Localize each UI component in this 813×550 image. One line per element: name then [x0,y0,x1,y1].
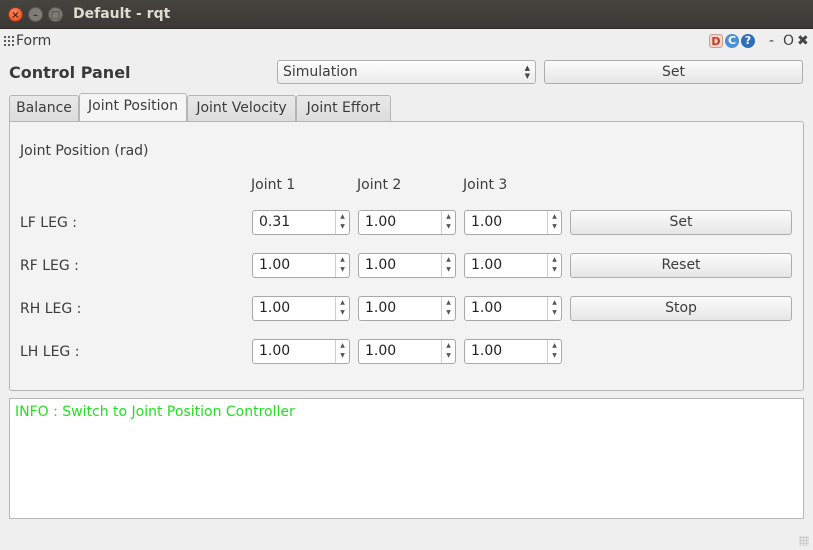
updown-arrows-icon: ▲ ▼ [524,64,530,80]
spin-arrows-icon[interactable]: ▲ ▼ [441,297,455,320]
row-label-lh-leg: LH LEG : [20,344,80,360]
tab-balance[interactable]: Balance [9,95,79,121]
close-plugin-button[interactable]: ✖ [797,33,809,49]
joint-position-heading: Joint Position (rad) [20,143,149,159]
spin-arrows-icon[interactable]: ▲ ▼ [547,254,561,277]
log-line: INFO : Switch to Joint Position Controll… [15,404,295,420]
resize-grip-icon[interactable] [799,536,809,546]
rh-joint2-spinbox[interactable]: 1.00 ▲ ▼ [358,296,456,321]
float-plugin-button[interactable]: O [783,33,794,49]
plugin-title: Form [16,33,52,49]
minimize-plugin-button[interactable]: - [769,33,774,49]
joint-set-button[interactable]: Set [570,210,792,235]
column-header-joint-1: Joint 1 [251,177,296,193]
lh-joint2-spinbox[interactable]: 1.00 ▲ ▼ [358,339,456,364]
window-minimize-button[interactable]: – [28,7,43,22]
row-label-rh-leg: RH LEG : [20,301,82,317]
mode-select-value: Simulation [283,64,358,80]
spin-arrows-icon[interactable]: ▲ ▼ [335,211,349,234]
lh-joint3-spinbox[interactable]: 1.00 ▲ ▼ [464,339,562,364]
log-output[interactable]: INFO : Switch to Joint Position Controll… [9,398,804,519]
lf-joint1-spinbox[interactable]: 0.31 ▲ ▼ [252,210,350,235]
rh-joint3-spinbox[interactable]: 1.00 ▲ ▼ [464,296,562,321]
spin-arrows-icon[interactable]: ▲ ▼ [441,254,455,277]
rf-joint2-spinbox[interactable]: 1.00 ▲ ▼ [358,253,456,278]
joint-stop-button[interactable]: Stop [570,296,792,321]
lf-joint3-spinbox[interactable]: 1.00 ▲ ▼ [464,210,562,235]
mode-select[interactable]: Simulation ▲ ▼ [277,60,536,84]
tab-joint-effort[interactable]: Joint Effort [296,95,391,121]
rf-joint3-spinbox[interactable]: 1.00 ▲ ▼ [464,253,562,278]
lh-joint1-spinbox[interactable]: 1.00 ▲ ▼ [252,339,350,364]
window-close-button[interactable]: × [8,7,23,22]
rh-joint1-spinbox[interactable]: 1.00 ▲ ▼ [252,296,350,321]
row-label-rf-leg: RF LEG : [20,258,79,274]
spin-arrows-icon[interactable]: ▲ ▼ [335,254,349,277]
tab-joint-velocity[interactable]: Joint Velocity [187,95,296,121]
spin-arrows-icon[interactable]: ▲ ▼ [547,297,561,320]
row-label-lf-leg: LF LEG : [20,215,77,231]
dock-d-icon[interactable]: D [709,34,723,48]
spin-arrows-icon[interactable]: ▲ ▼ [335,297,349,320]
mode-set-button[interactable]: Set [544,60,803,84]
lf-joint2-spinbox[interactable]: 1.00 ▲ ▼ [358,210,456,235]
rf-joint1-spinbox[interactable]: 1.00 ▲ ▼ [252,253,350,278]
drag-handle-icon[interactable] [3,35,15,47]
reload-icon[interactable]: C [725,34,739,48]
joint-reset-button[interactable]: Reset [570,253,792,278]
spin-arrows-icon[interactable]: ▲ ▼ [441,211,455,234]
spin-arrows-icon[interactable]: ▲ ▼ [547,340,561,363]
window-title: Default - rqt [73,6,171,22]
column-header-joint-2: Joint 2 [357,177,402,193]
spin-arrows-icon[interactable]: ▲ ▼ [547,211,561,234]
control-panel-title: Control Panel [9,63,131,82]
window-maximize-button[interactable]: □ [48,7,63,22]
tab-joint-position[interactable]: Joint Position [79,93,187,121]
column-header-joint-3: Joint 3 [463,177,508,193]
spin-arrows-icon[interactable]: ▲ ▼ [335,340,349,363]
spin-arrows-icon[interactable]: ▲ ▼ [441,340,455,363]
help-icon[interactable]: ? [741,34,755,48]
